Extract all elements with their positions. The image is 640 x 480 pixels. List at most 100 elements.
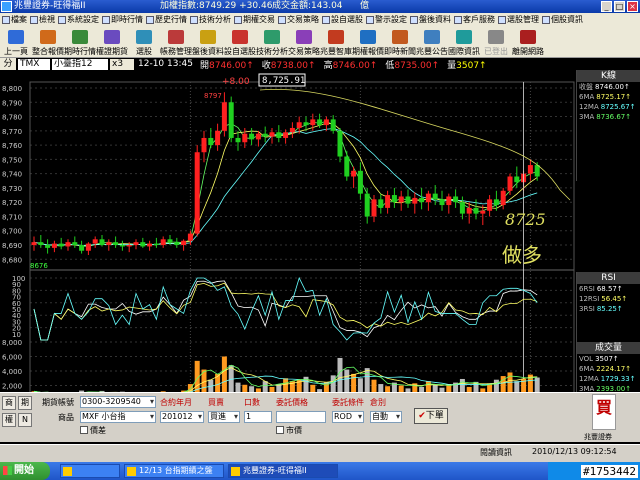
qty-input[interactable]: 1 [244, 411, 272, 423]
mode-button-d[interactable]: N [18, 413, 32, 427]
menu-item-5[interactable]: 技術分析 [190, 14, 231, 25]
candle-body [507, 176, 513, 191]
menu-item-label: 個股資訊 [551, 15, 583, 24]
close-value: 8738.00↑ [270, 60, 316, 71]
open-label: 開 [200, 60, 210, 71]
toolbar-button-9[interactable]: 交易策略 [288, 26, 320, 58]
app-icon [1, 1, 12, 12]
kline_panel-row: 3MA 8736.67↑ [577, 112, 640, 122]
volume-readout: 量3507↑ [447, 58, 486, 71]
menu-item-13[interactable]: 個股資訊 [542, 14, 583, 25]
toolbar-button-2[interactable]: 期時行情 [64, 26, 96, 58]
mode-button-b[interactable]: 期 [18, 396, 32, 410]
toolbar-button-label: 盤後資料 [192, 47, 224, 56]
taskbar-item-1[interactable] [60, 464, 120, 478]
symbol-input[interactable]: TMX [18, 58, 50, 70]
image-watermark: #1753442 [581, 465, 638, 478]
rsi_panel-row: 12RSI 56.45↑ [577, 294, 640, 304]
market-price-checkbox[interactable] [276, 426, 284, 434]
toolbar-button-7[interactable]: 設自選股 [224, 26, 256, 58]
low-label: 低 [385, 60, 395, 71]
toolbar-button-6[interactable]: 盤後資料 [192, 26, 224, 58]
taskbar-item-2[interactable]: 12/13 台指期績之盤 [124, 464, 224, 478]
toolbar-button-15[interactable]: 已登出 [480, 26, 512, 58]
product-select[interactable]: MXF 小台指 [80, 411, 156, 423]
candle-body [126, 245, 132, 247]
spread-checkbox[interactable] [80, 426, 88, 434]
price-tick-label: 8,730 [2, 185, 22, 193]
candle-body [92, 239, 98, 244]
toolbar-icon [392, 30, 408, 44]
toolbar-button-5[interactable]: 帳務管理 [160, 26, 192, 58]
volume-label: 量 [447, 60, 457, 71]
candle-body [357, 170, 363, 194]
legend-value: 8736.67↑ [596, 113, 632, 121]
side-select[interactable]: 買進 [208, 411, 240, 423]
legend-key: 3MA [579, 113, 595, 121]
condition-select[interactable]: ROD [332, 411, 364, 423]
menu-item-9[interactable]: 警示設定 [366, 14, 407, 25]
volume-tick-label: 8,000 [2, 339, 22, 347]
submit-order-button[interactable]: ✔下單 [414, 408, 448, 424]
candle-body [181, 240, 187, 246]
rsi-legend-panel: RSI 6RSI 68.57↑ 12RSI 56.45↑ 3RSI 85.25↑ [576, 272, 640, 342]
toolbar-button-0[interactable]: 上一頁 [0, 26, 32, 58]
rsi-tick-label: 10 [12, 331, 21, 339]
candle-body [38, 242, 44, 246]
toolbar-button-3[interactable]: 權證期貨 [96, 26, 128, 58]
menu-item-icon [58, 15, 66, 24]
mode-button-c[interactable]: 權 [2, 413, 16, 427]
close-readout: 收8738.00↑ [262, 58, 316, 71]
toolbar-button-label: 兆豐智庫 [320, 47, 352, 56]
legend-key: 6MA [579, 365, 595, 373]
toolbar-button-13[interactable]: 兆豐公告 [416, 26, 448, 58]
candle-body [310, 119, 316, 126]
period-tab[interactable]: 分 [0, 58, 16, 70]
toolbar-button-4[interactable]: 選股 [128, 26, 160, 58]
symbol-name-select[interactable]: 小臺指12 [52, 58, 108, 70]
toolbar-button-14[interactable]: 國際資訊 [448, 26, 480, 58]
volume-value: 3507↑ [456, 60, 487, 71]
menu-item-4[interactable]: 歷史行情 [146, 14, 187, 25]
account-select[interactable]: 0300-3209540 [80, 396, 156, 408]
price-input[interactable] [276, 411, 326, 423]
menu-item-12[interactable]: 選股管理 [498, 14, 539, 25]
close-button[interactable]: × [627, 1, 638, 12]
maximize-button[interactable]: □ [614, 1, 625, 12]
menu-item-icon [322, 15, 330, 24]
menu-item-6[interactable]: 期權交易 [234, 14, 275, 25]
toolbar-button-11[interactable]: 期權報價 [352, 26, 384, 58]
menu-item-10[interactable]: 盤後資料 [410, 14, 451, 25]
candle-body [221, 102, 227, 131]
minimize-button[interactable]: _ [601, 1, 612, 12]
toolbar-button-1[interactable]: 整合報價 [32, 26, 64, 58]
menu-item-11[interactable]: 客戶服務 [454, 14, 495, 25]
menu-item-1[interactable]: 檢視 [30, 14, 55, 25]
menu-item-icon [234, 15, 242, 24]
position-select[interactable]: 自動 [370, 411, 402, 423]
menu-item-icon [410, 15, 418, 24]
taskbar-item-3[interactable]: 兆豐證券-旺得福II [228, 464, 338, 478]
mode-button-a[interactable]: 商 [2, 396, 16, 410]
zoom-select[interactable]: x3 [110, 58, 134, 70]
toolbar-icon [296, 30, 312, 44]
menu-item-icon [366, 15, 374, 24]
month-select[interactable]: 201012 [160, 411, 204, 423]
menu-item-0[interactable]: 檔案 [2, 14, 27, 25]
menu-item-7[interactable]: 交易策略 [278, 14, 319, 25]
toolbar-button-10[interactable]: 兆豐智庫 [320, 26, 352, 58]
start-button[interactable]: 開始 [0, 462, 50, 480]
candle-body [133, 242, 139, 246]
menu-item-2[interactable]: 系統設定 [58, 14, 99, 25]
news-link[interactable]: 閱讀資訊 [480, 447, 512, 458]
toolbar-button-12[interactable]: 即時新聞 [384, 26, 416, 58]
app-taskbar-icon [231, 467, 240, 476]
toolbar-button-8[interactable]: 技術分析 [256, 26, 288, 58]
close-label: 收 [261, 60, 271, 71]
candlestick-chart[interactable]: 8,800 8,790 8,780 8,770 8,760 8,750 8,740 8,730… [0, 70, 640, 415]
buy-mode-indicator[interactable]: 買 [592, 394, 616, 430]
toolbar-button-16[interactable]: 離開網路 [512, 26, 544, 58]
menu-item-8[interactable]: 設自選股 [322, 14, 363, 25]
chart-area[interactable]: 8,800 8,790 8,780 8,770 8,760 8,750 8,740 8,730… [0, 70, 640, 415]
menu-item-3[interactable]: 即時行情 [102, 14, 143, 25]
